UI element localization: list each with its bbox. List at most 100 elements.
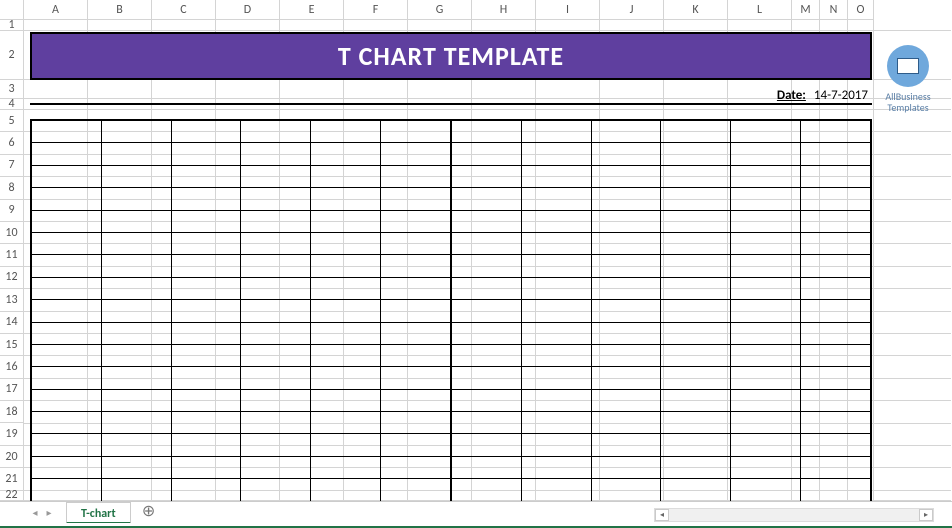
tchart-cell[interactable] [801, 278, 870, 299]
tchart-cell[interactable] [661, 457, 731, 478]
tchart-cell[interactable] [592, 345, 662, 366]
tchart-cell[interactable] [241, 300, 311, 321]
tchart-cell[interactable] [102, 166, 172, 187]
tchart-cell[interactable] [522, 434, 592, 455]
tchart-cell[interactable] [801, 457, 870, 478]
tchart-cell[interactable] [172, 211, 242, 232]
tchart-cell[interactable] [801, 345, 870, 366]
row-header-6[interactable]: 6 [0, 132, 23, 154]
tchart-cell[interactable] [801, 367, 870, 388]
tchart-cell[interactable] [172, 412, 242, 433]
nav-next-icon[interactable]: ▸ [44, 506, 54, 519]
tchart-cell[interactable] [452, 166, 522, 187]
tchart-cell[interactable] [311, 412, 381, 433]
tchart-cell[interactable] [731, 143, 801, 164]
add-sheet-button[interactable]: ⊕ [137, 502, 161, 524]
select-all-corner[interactable] [0, 0, 24, 19]
tchart-cell[interactable] [102, 345, 172, 366]
tchart-cell[interactable] [801, 143, 870, 164]
tchart-cell[interactable] [311, 278, 381, 299]
tchart-cell[interactable] [452, 211, 522, 232]
row-header-4[interactable]: 4 [0, 99, 23, 110]
tchart-cell[interactable] [522, 323, 592, 344]
tchart-cell[interactable] [32, 255, 102, 276]
tchart-cell[interactable] [102, 412, 172, 433]
tchart-cell[interactable] [32, 300, 102, 321]
tchart-cell[interactable] [32, 345, 102, 366]
tchart-cell[interactable] [661, 323, 731, 344]
col-header-B[interactable]: B [88, 0, 152, 19]
tchart-cell[interactable] [452, 188, 522, 209]
tchart-cell[interactable] [381, 278, 450, 299]
tchart-cell[interactable] [381, 457, 450, 478]
tchart-cell[interactable] [172, 278, 242, 299]
tchart-cell[interactable] [381, 255, 450, 276]
tchart-cell[interactable] [452, 278, 522, 299]
tchart-cell[interactable] [452, 323, 522, 344]
tchart-cell[interactable] [592, 367, 662, 388]
tchart-cell[interactable] [801, 121, 870, 142]
tchart-cell[interactable] [522, 255, 592, 276]
scroll-right-icon[interactable]: ▸ [919, 509, 933, 521]
tchart-cell[interactable] [452, 367, 522, 388]
tchart-cell[interactable] [32, 233, 102, 254]
tchart-cell[interactable] [311, 345, 381, 366]
tchart-cell[interactable] [172, 188, 242, 209]
tchart-cell[interactable] [731, 188, 801, 209]
tchart-cell[interactable] [801, 323, 870, 344]
tchart-cell[interactable] [102, 188, 172, 209]
tchart-cell[interactable] [592, 390, 662, 411]
tchart-cell[interactable] [172, 143, 242, 164]
col-header-G[interactable]: G [408, 0, 472, 19]
col-header-K[interactable]: K [664, 0, 728, 19]
tchart-cell[interactable] [452, 121, 522, 142]
tchart-cell[interactable] [241, 143, 311, 164]
tchart-cell[interactable] [522, 188, 592, 209]
tchart-cell[interactable] [172, 434, 242, 455]
col-header-O[interactable]: O [848, 0, 874, 19]
tchart-cell[interactable] [32, 457, 102, 478]
tchart-cell[interactable] [592, 188, 662, 209]
tchart-cell[interactable] [592, 300, 662, 321]
tchart-cell[interactable] [452, 300, 522, 321]
tchart-cell[interactable] [32, 434, 102, 455]
tchart-cell[interactable] [241, 255, 311, 276]
tchart-cell[interactable] [172, 255, 242, 276]
tchart-cell[interactable] [311, 390, 381, 411]
tchart-cell[interactable] [731, 323, 801, 344]
tchart-cell[interactable] [592, 278, 662, 299]
tchart-cell[interactable] [241, 278, 311, 299]
tchart-cell[interactable] [801, 233, 870, 254]
tchart-cell[interactable] [452, 255, 522, 276]
tchart-cell[interactable] [522, 390, 592, 411]
tchart-cell[interactable] [731, 300, 801, 321]
tchart-cell[interactable] [522, 233, 592, 254]
tchart-cell[interactable] [661, 479, 731, 500]
tchart-cell[interactable] [102, 121, 172, 142]
tchart-cell[interactable] [522, 278, 592, 299]
tchart-cell[interactable] [32, 390, 102, 411]
col-header-A[interactable]: A [24, 0, 88, 19]
tchart-cell[interactable] [801, 211, 870, 232]
tchart-cell[interactable] [592, 211, 662, 232]
tchart-cell[interactable] [32, 188, 102, 209]
row-header-1[interactable]: 1 [0, 20, 23, 31]
row-header-13[interactable]: 13 [0, 289, 23, 311]
tchart-cell[interactable] [522, 300, 592, 321]
row-header-12[interactable]: 12 [0, 267, 23, 289]
tchart-cell[interactable] [102, 390, 172, 411]
tchart-cell[interactable] [381, 345, 450, 366]
row-header-5[interactable]: 5 [0, 110, 23, 132]
tchart-cell[interactable] [102, 233, 172, 254]
tchart-cell[interactable] [381, 143, 450, 164]
tchart-cell[interactable] [592, 479, 662, 500]
tchart-cell[interactable] [172, 300, 242, 321]
tchart-cell[interactable] [592, 434, 662, 455]
tchart-cell[interactable] [801, 166, 870, 187]
row-header-15[interactable]: 15 [0, 334, 23, 356]
tchart-cell[interactable] [592, 255, 662, 276]
tchart-cell[interactable] [311, 143, 381, 164]
tchart-cell[interactable] [731, 255, 801, 276]
tchart-cell[interactable] [731, 412, 801, 433]
tchart-cell[interactable] [661, 211, 731, 232]
